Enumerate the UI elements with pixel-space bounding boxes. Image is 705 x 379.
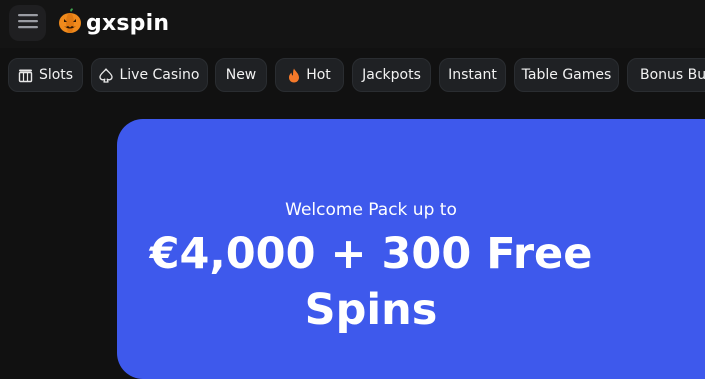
category-label: New bbox=[225, 67, 257, 83]
promo-title: €4,000 + 300 Free Spins bbox=[117, 226, 625, 338]
slot-machine-icon bbox=[18, 68, 33, 83]
pumpkin-icon bbox=[58, 8, 82, 38]
category-label: Slots bbox=[38, 67, 74, 83]
flame-icon bbox=[288, 68, 300, 83]
top-bar: gxspin bbox=[0, 0, 705, 48]
category-bar: Slots Live Casino New Hot Jackpots Insta… bbox=[0, 56, 705, 94]
menu-button[interactable] bbox=[9, 5, 46, 41]
category-label: Table Games bbox=[521, 67, 612, 83]
promo-subtitle: Welcome Pack up to bbox=[285, 200, 457, 220]
category-bonus-buy[interactable]: Bonus Buy bbox=[627, 58, 705, 92]
category-jackpots[interactable]: Jackpots bbox=[352, 58, 431, 92]
category-label: Jackpots bbox=[362, 67, 421, 83]
category-new[interactable]: New bbox=[215, 58, 267, 92]
promo-title-line-2: Spins bbox=[304, 285, 438, 335]
hamburger-icon bbox=[17, 13, 38, 33]
site-logo[interactable]: gxspin bbox=[58, 8, 169, 38]
category-label: Bonus Buy bbox=[640, 67, 705, 83]
category-label: Hot bbox=[306, 67, 331, 83]
category-label: Live Casino bbox=[119, 67, 200, 83]
category-live-casino[interactable]: Live Casino bbox=[91, 58, 208, 92]
promo-title-line-1: €4,000 + 300 Free bbox=[149, 229, 593, 279]
brand-name: gxspin bbox=[86, 10, 170, 36]
spade-icon bbox=[99, 67, 114, 83]
category-table-games[interactable]: Table Games bbox=[514, 58, 619, 92]
category-label: Instant bbox=[448, 67, 497, 83]
category-instant[interactable]: Instant bbox=[439, 58, 506, 92]
category-hot[interactable]: Hot bbox=[275, 58, 344, 92]
category-slots[interactable]: Slots bbox=[8, 58, 83, 92]
